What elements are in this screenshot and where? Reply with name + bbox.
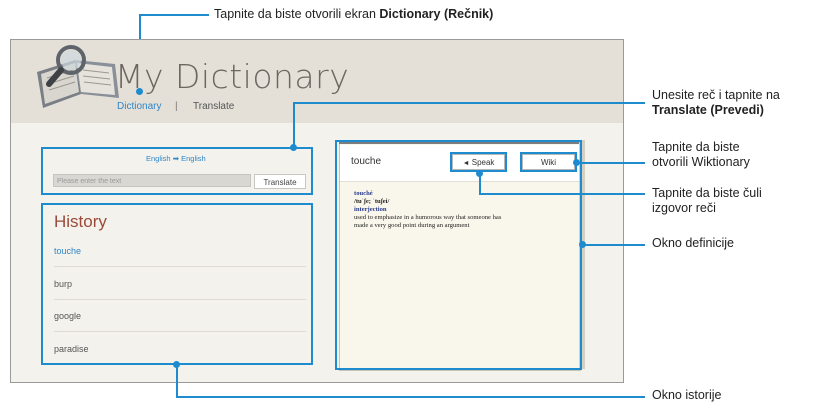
top-callout: Tapnite da biste otvorili ekran Dictiona… <box>214 7 494 21</box>
translate-callout: Unesite reč i tapnite na Translate (Prev… <box>652 88 780 117</box>
history-callout: Okno istorije <box>652 388 722 402</box>
speak-callout-vline <box>479 173 481 195</box>
history-callout-vline <box>176 365 178 397</box>
nav-dictionary-link[interactable]: Dictionary <box>117 101 161 112</box>
translate-panel-highlight <box>41 147 313 195</box>
translate-callout-vline <box>293 102 295 147</box>
top-callout-dot <box>136 88 143 95</box>
top-callout-hline <box>139 14 209 16</box>
definition-callout: Okno definicije <box>652 236 734 250</box>
app-title: My Dictionary <box>115 57 350 96</box>
dictionary-book-icon <box>37 45 119 108</box>
history-callout-hline <box>176 396 645 398</box>
wiki-button-highlight <box>520 152 577 172</box>
nav-separator: | <box>175 101 178 112</box>
history-panel-highlight <box>41 203 313 365</box>
wiki-callout-hline <box>577 162 645 164</box>
nav-translate-link[interactable]: Translate <box>193 101 234 112</box>
definition-panel-highlight <box>335 140 582 370</box>
wiki-callout: Tapnite da biste otvorili Wiktionary <box>652 140 750 169</box>
speak-callout: Tapnite da biste čuli izgovor reči <box>652 186 762 215</box>
speak-button-highlight <box>450 152 507 172</box>
speak-callout-hline <box>479 193 645 195</box>
translate-callout-hline <box>293 102 645 104</box>
definition-callout-hline <box>583 244 645 246</box>
